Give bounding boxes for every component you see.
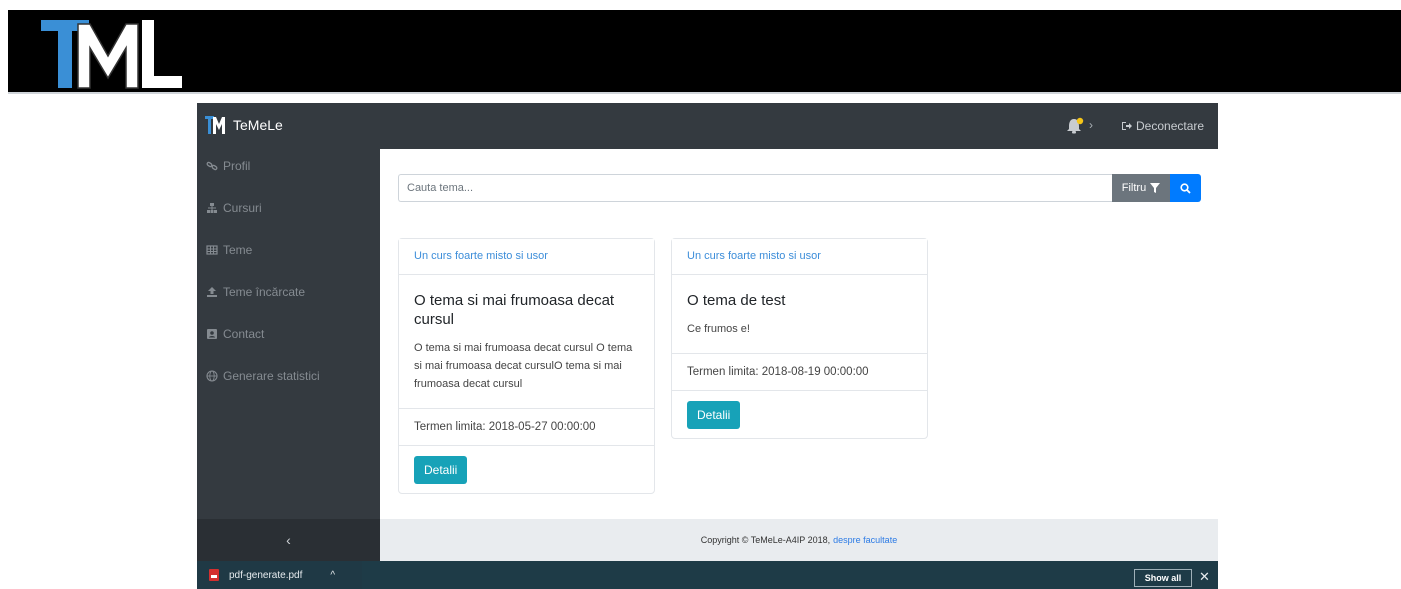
card-description: O tema si mai frumoasa decat cursul O te… [414, 342, 633, 390]
sidebar-item-generare-statistici[interactable]: Generare statistici [206, 369, 320, 383]
card-course-link[interactable]: Un curs foarte misto si usor [399, 239, 654, 275]
table-icon [206, 245, 218, 255]
banner-divider [8, 92, 1401, 94]
sign-out-icon [1122, 122, 1132, 130]
search-input[interactable] [398, 174, 1113, 202]
sidebar: Profil Cursuri Teme Teme încărcate Conta… [197, 149, 380, 519]
sidebar-item-contact[interactable]: Contact [206, 327, 264, 341]
logout-link[interactable]: Deconectare [1121, 119, 1204, 133]
card-deadline: Termen limita: 2018-08-19 00:00:00 [672, 354, 927, 391]
sidebar-item-teme-incarcate[interactable]: Teme încărcate [206, 285, 305, 299]
card-description: Ce frumos e! [687, 323, 750, 335]
show-all-button[interactable]: Show all [1134, 569, 1192, 587]
card-title: O tema de test [687, 292, 786, 309]
assignment-card: Un curs foarte misto si usor O tema si m… [398, 238, 655, 494]
sidebar-item-profil[interactable]: Profil [206, 159, 250, 173]
pdf-file-icon [209, 569, 219, 581]
card-footer: Detalii [672, 391, 927, 438]
details-button[interactable]: Detalii [414, 456, 468, 484]
sidebar-item-label: Profil [223, 159, 251, 173]
card-body: O tema si mai frumoasa decat cursul O te… [399, 275, 654, 409]
tml-logo-icon [41, 20, 182, 89]
search-button[interactable] [1170, 174, 1201, 202]
brand-name: TeMeLe [233, 117, 283, 133]
card-title: O tema si mai frumoasa decat cursul [414, 292, 615, 328]
logout-label: Deconectare [1136, 119, 1205, 133]
sidebar-collapse-button[interactable]: ‹ [197, 519, 380, 561]
search-icon [1180, 182, 1191, 194]
card-deadline: Termen limita: 2018-05-27 00:00:00 [399, 409, 654, 446]
sitemap-icon [207, 203, 217, 213]
download-bar: pdf-generate.pdf ^ Show all ✕ [197, 561, 1218, 589]
chevron-up-icon[interactable]: ^ [330, 570, 335, 581]
about-faculty-link[interactable]: despre facultate [833, 535, 897, 545]
brand[interactable]: TeMeLe [205, 115, 283, 135]
brand-logo-icon [205, 116, 225, 134]
filter-label: Filtru [1121, 182, 1147, 194]
main-content: Filtru Un curs foarte misto si usor O te… [380, 149, 1218, 519]
app-window: TeMeLe › Deconectare Profil Cursuri Teme… [197, 103, 1218, 561]
upload-icon [207, 287, 217, 297]
filter-icon [1150, 183, 1161, 193]
copyright-text: Copyright © TeMeLe-A4IP 2018, [700, 535, 831, 545]
chevron-right-icon[interactable]: › [1089, 118, 1093, 132]
bell-icon[interactable] [1065, 117, 1087, 135]
download-item[interactable]: pdf-generate.pdf ^ [197, 561, 362, 589]
close-icon[interactable]: ✕ [1199, 569, 1210, 585]
navbar: TeMeLe › Deconectare [197, 103, 1218, 149]
sidebar-item-teme[interactable]: Teme [206, 243, 252, 257]
sidebar-item-label: Contact [223, 327, 265, 341]
card-footer: Detalii [399, 446, 654, 493]
details-button[interactable]: Detalii [687, 401, 741, 429]
link-icon [206, 161, 218, 171]
sidebar-item-label: Generare statistici [223, 369, 320, 383]
sidebar-item-label: Teme încărcate [223, 285, 306, 299]
filter-button[interactable]: Filtru [1112, 174, 1170, 202]
sidebar-item-label: Teme [223, 243, 253, 257]
assignment-card: Un curs foarte misto si usor O tema de t… [671, 238, 928, 439]
sidebar-item-label: Cursuri [223, 201, 262, 215]
page-footer: Copyright © TeMeLe-A4IP 2018, despre fac… [380, 519, 1218, 561]
contact-card-icon [207, 329, 217, 339]
download-file-name: pdf-generate.pdf [229, 569, 303, 581]
globe-icon [206, 370, 218, 382]
sidebar-footer: ‹ [197, 519, 380, 561]
card-body: O tema de test Ce frumos e! [672, 275, 927, 354]
top-banner [8, 10, 1401, 92]
card-course-link[interactable]: Un curs foarte misto si usor [672, 239, 927, 275]
sidebar-item-cursuri[interactable]: Cursuri [206, 201, 262, 215]
